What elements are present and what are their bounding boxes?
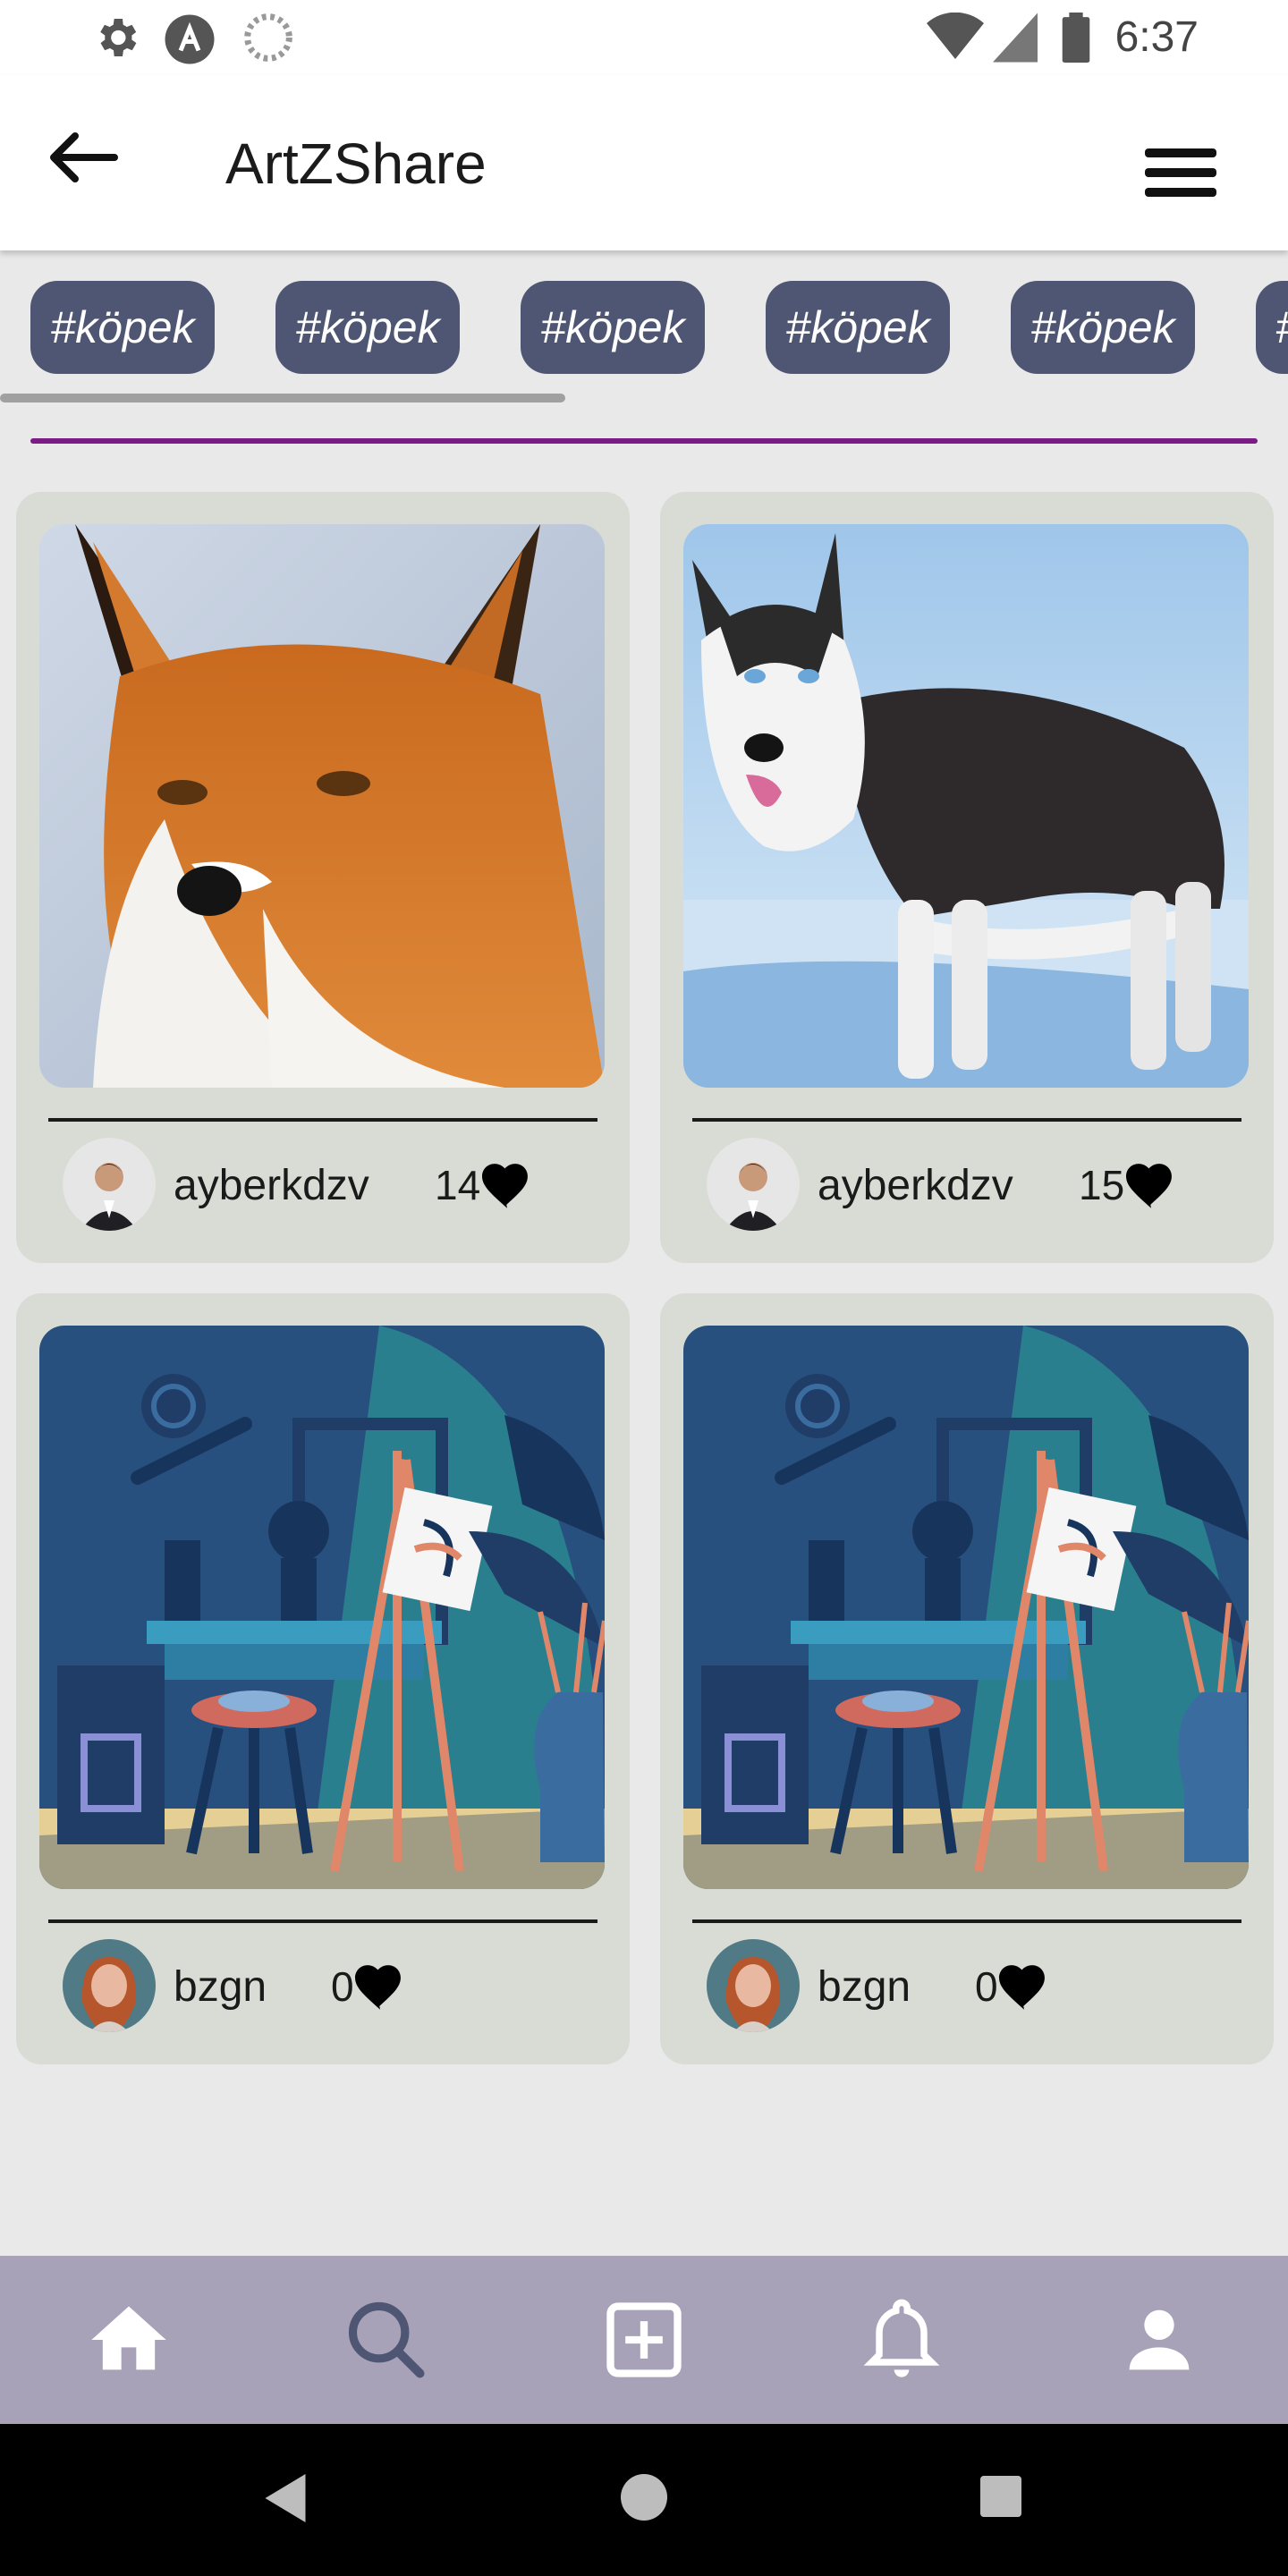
hashtag-chip[interactable]: #köpek — [30, 281, 215, 374]
profile-icon[interactable] — [1114, 2295, 1204, 2385]
gear-icon — [100, 19, 137, 56]
battery-icon — [1062, 13, 1090, 63]
avatar[interactable] — [707, 1138, 800, 1231]
system-navigation-bar — [0, 2424, 1288, 2576]
woman-avatar — [707, 1939, 800, 2032]
post-image-husky[interactable] — [683, 524, 1249, 1088]
recents-square-icon[interactable] — [980, 2476, 1021, 2517]
status-bar: 6:37 — [0, 0, 1288, 75]
hashtag-chip[interactable]: #köpek — [1011, 281, 1195, 374]
post-username[interactable]: bzgn — [174, 1962, 267, 2012]
hashtag-chip[interactable]: #köpek — [766, 281, 950, 374]
art-studio-illustration — [683, 1326, 1249, 1889]
art-studio-illustration — [39, 1326, 605, 1889]
back-triangle-icon[interactable] — [265, 2474, 306, 2522]
hashtag-chip[interactable]: #köpek — [275, 281, 460, 374]
heart-icon[interactable] — [1123, 1159, 1179, 1209]
heart-icon[interactable] — [479, 1159, 535, 1209]
post-image-art-studio[interactable] — [39, 1326, 605, 1889]
post-username[interactable]: ayberkdzv — [174, 1161, 369, 1210]
hashtag-strip[interactable]: #köpek #köpek #köpek #köpek #köpek # — [0, 268, 1288, 402]
hamburger-menu-icon[interactable] — [1145, 145, 1216, 199]
avatar[interactable] — [63, 1138, 156, 1231]
post-username[interactable]: bzgn — [818, 1962, 911, 2012]
back-arrow-icon[interactable] — [47, 131, 118, 184]
fox-photo — [39, 524, 605, 1088]
post-username[interactable]: ayberkdzv — [818, 1161, 1013, 1210]
loading-icon — [244, 13, 292, 62]
card-divider — [692, 1118, 1241, 1122]
section-divider — [30, 438, 1258, 444]
avatar[interactable] — [63, 1939, 156, 2032]
tags-scrollbar[interactable] — [0, 394, 565, 402]
man-in-suit-avatar — [707, 1138, 800, 1231]
clock: 6:37 — [1114, 13, 1199, 61]
heart-icon[interactable] — [352, 1961, 408, 2011]
like-count: 14 — [435, 1162, 481, 1208]
post-card[interactable]: bzgn 0 — [660, 1293, 1274, 2064]
man-in-suit-avatar — [63, 1138, 156, 1231]
bottom-navigation — [0, 2256, 1288, 2424]
heart-icon[interactable] — [996, 1961, 1052, 2011]
hashtag-chip[interactable]: #köpek — [521, 281, 705, 374]
avatar[interactable] — [707, 1939, 800, 2032]
post-card[interactable]: bzgn 0 — [16, 1293, 630, 2064]
notifications-icon[interactable] — [857, 2295, 946, 2385]
husky-photo — [683, 524, 1249, 1088]
post-card[interactable]: ayberkdzv 15 — [660, 492, 1274, 1263]
woman-avatar — [63, 1939, 156, 2032]
home-circle-icon[interactable] — [621, 2474, 667, 2521]
post-card[interactable]: ayberkdzv 14 — [16, 492, 630, 1263]
hashtag-chip[interactable]: # — [1256, 281, 1288, 374]
add-post-icon[interactable] — [599, 2295, 689, 2385]
like-count: 0 — [975, 1963, 998, 2010]
search-icon[interactable] — [342, 2295, 431, 2385]
wifi-icon — [927, 13, 984, 59]
post-image-art-studio[interactable] — [683, 1326, 1249, 1889]
post-image-fox[interactable] — [39, 524, 605, 1088]
card-divider — [48, 1118, 597, 1122]
page-title: ArtZShare — [225, 131, 487, 196]
card-divider — [692, 1919, 1241, 1923]
home-icon[interactable] — [84, 2295, 174, 2385]
a-circle-icon — [165, 14, 215, 64]
like-count: 15 — [1079, 1162, 1125, 1208]
card-divider — [48, 1919, 597, 1923]
like-count: 0 — [331, 1963, 354, 2010]
signal-icon — [993, 13, 1038, 63]
app-bar: ArtZShare — [0, 75, 1288, 250]
